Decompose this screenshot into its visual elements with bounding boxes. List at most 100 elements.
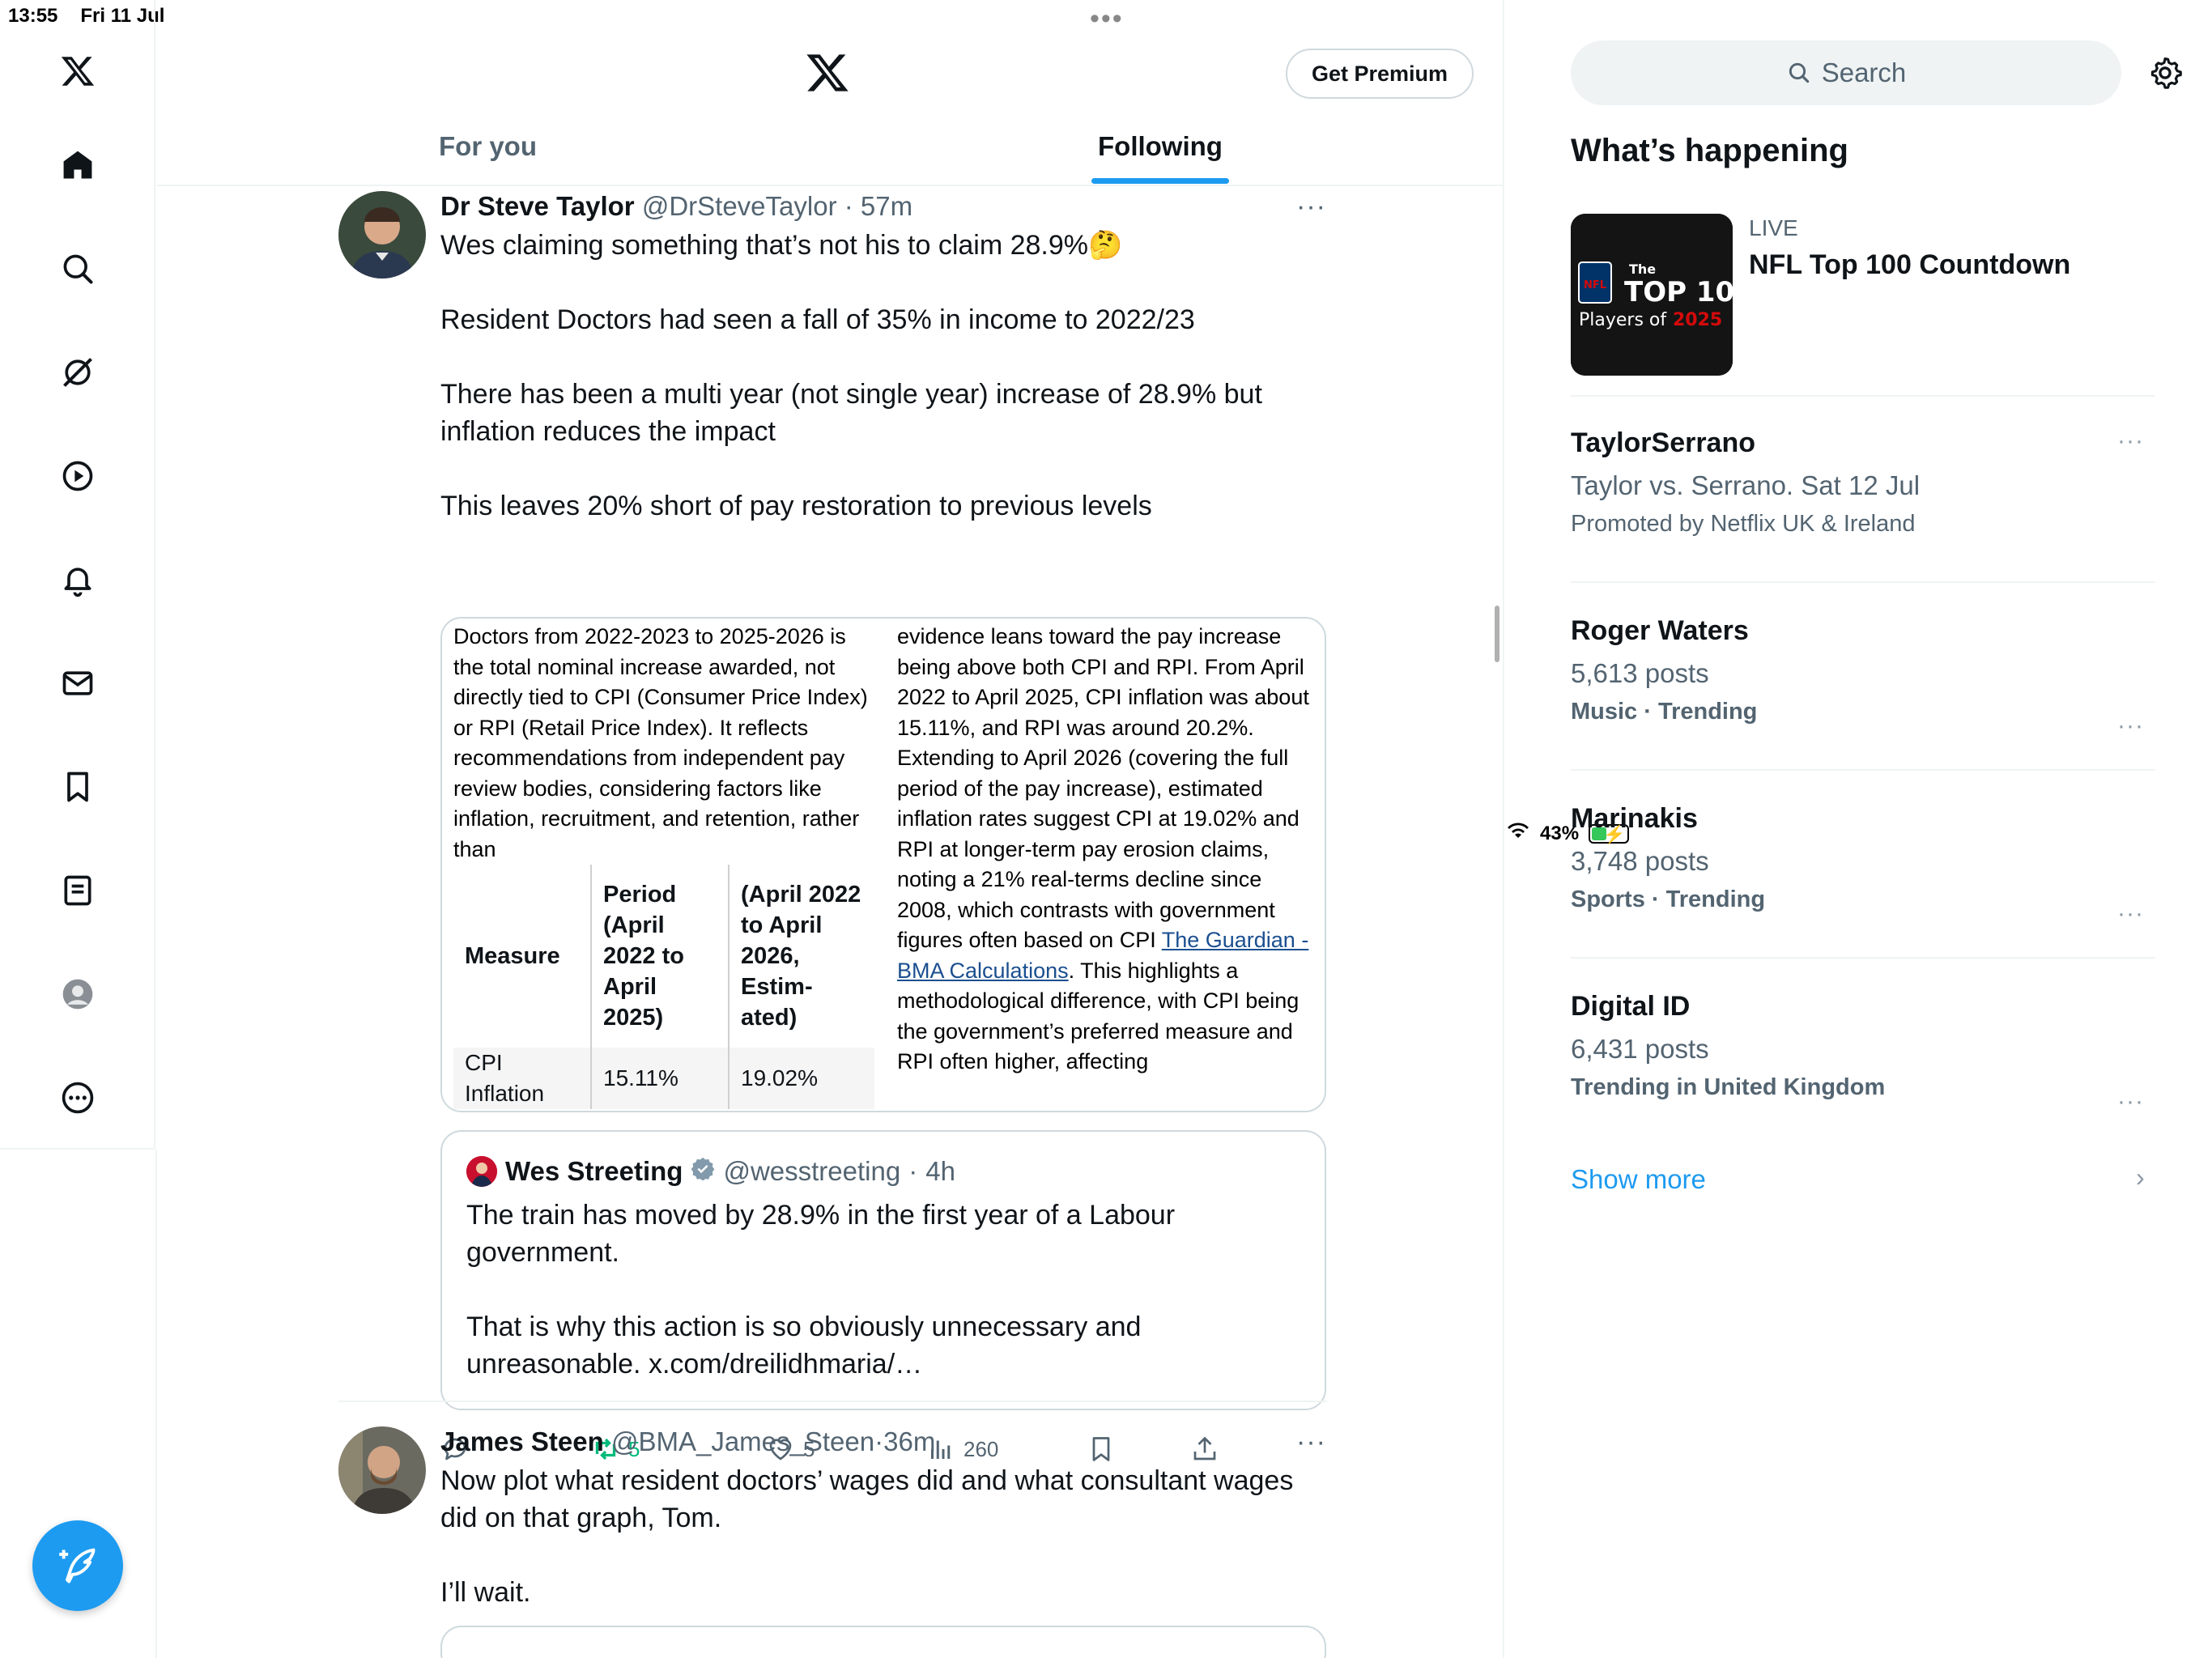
trend-item[interactable]: Digital ID 6,431 posts Trending in Unite… [1571,991,2155,1115]
tab-following[interactable]: Following [1098,131,1223,162]
compose-post-button[interactable] [32,1520,123,1611]
thumb-year: 2025 [1673,310,1722,330]
get-premium-button[interactable]: Get Premium [1286,49,1474,99]
trend-category: Trending in United Kingdom [1571,1074,1886,1100]
trend-divider [1571,957,2155,959]
trend-post-count: 5,613 posts [1571,658,1709,688]
quoted-tweet[interactable]: Wes Streeting @wesstreeting · 4h The train… [440,1130,1326,1410]
live-label: LIVE [1749,215,1798,240]
trend-divider [1571,769,2155,771]
video-icon[interactable] [58,457,97,495]
tweet-header: Dr Steve Taylor @DrSteveTaylor · 57m [440,191,913,221]
image-table-header: Measure [453,865,591,1048]
trend-more-icon[interactable]: ··· [2117,427,2144,455]
x-header-logo-icon[interactable] [805,50,850,100]
settings-gear-icon[interactable] [2147,55,2183,95]
home-icon[interactable] [58,146,97,185]
thumb-logo: NFL [1584,279,1606,291]
tweet[interactable]: Dr Steve Taylor @DrSteveTaylor · 57m ···… [338,191,1326,1461]
trend-divider [1571,395,2155,397]
quoted-author-handle[interactable]: @wesstreeting [723,1156,900,1187]
messages-icon[interactable] [58,664,97,703]
live-event-thumbnail[interactable]: NFL The TOP 100 Players of 2025 [1571,214,1733,376]
author-name[interactable]: James Steen [440,1426,604,1456]
notifications-icon[interactable] [58,560,97,599]
tweet-header: James Steen @BMA_James_Steen·36m [440,1426,936,1456]
profile-icon[interactable] [58,975,97,1014]
search-placeholder: Search [1821,57,1907,87]
tweet-paragraph: Wes claiming something that’s not his to… [440,230,1123,261]
trend-more-icon[interactable]: ··· [2117,900,2144,928]
scrollbar[interactable] [1495,606,1499,662]
author-name[interactable]: Dr Steve Taylor [440,191,635,221]
image-table-cell: 19.02% [728,1048,874,1109]
show-more-link[interactable]: Show more [1571,1164,1706,1195]
search-icon [1789,62,1809,83]
tweet-time[interactable]: 36m [883,1426,935,1456]
more-options-icon[interactable]: ··· [1296,191,1326,223]
search-input[interactable]: Search [1571,40,2121,105]
trend-title: Marinakis [1571,803,1698,834]
quoted-tweet[interactable] [440,1626,1326,1658]
trend-item[interactable]: Roger Waters 5,613 posts Music · Trendin… [1571,615,2155,739]
tweet-text: Wes claiming something that’s not his to… [440,227,1315,562]
thumb-players: Players of [1579,310,1667,330]
tweet-time[interactable]: 57m [861,191,912,221]
quoted-author-name[interactable]: Wes Streeting [505,1156,683,1187]
tweet-paragraph: Now plot what resident doctors’ wages di… [440,1465,1294,1533]
quoted-tweet-time[interactable]: 4h [925,1156,955,1187]
lists-icon[interactable] [58,871,97,910]
tweet-text: Now plot what resident doctors’ wages di… [440,1462,1331,1648]
quoted-avatar[interactable] [466,1156,497,1187]
thumb-big: TOP 100 [1624,276,1733,308]
quoted-paragraph: The train has moved by 28.9% in the firs… [466,1200,1176,1268]
quoted-paragraph: That is why this action is so obviously … [466,1312,1142,1380]
image-table-cell: 15.11% [590,1048,729,1109]
more-icon[interactable] [58,1078,97,1117]
bookmarks-icon[interactable] [58,767,97,806]
image-table-header: (April 2022 to April 2026, Estim-ated) [728,865,874,1048]
author-handle[interactable]: @BMA_James_Steen [611,1426,874,1456]
trend-more-icon[interactable]: ··· [2117,712,2144,740]
avatar[interactable] [338,191,426,278]
grok-icon[interactable] [58,353,97,392]
trend-divider [1571,581,2155,583]
thumb-small: The [1629,261,1656,277]
trend-post-count: 6,431 posts [1571,1034,1709,1064]
right-sidebar: Search What’s happening NFL The TOP 100 … [1506,0,2212,1658]
image-text-right-a: evidence leans toward the pay increase b… [897,624,1309,952]
tweet-paragraph: This leaves 20% short of pay restoration… [440,491,1152,521]
image-table-header: Period (April 2022 to April 2025) [590,865,729,1048]
trend-post-count: 3,748 posts [1571,846,1709,876]
trend-item[interactable]: TaylorSerrano Taylor vs. Serrano. Sat 12… [1571,427,2155,538]
trend-more-icon[interactable]: ··· [2117,1088,2144,1116]
author-handle[interactable]: @DrSteveTaylor [642,191,837,221]
trend-title: Roger Waters [1571,615,1749,646]
avatar[interactable] [338,1426,426,1514]
image-table-cell: CPI Inflation [453,1048,591,1109]
trend-promoted-by: Promoted by Netflix UK & Ireland [1571,511,1916,537]
image-table: Measure Period (April 2022 to April 2025… [453,865,874,1109]
trend-category: Sports · Trending [1571,886,1766,912]
tweet-paragraph: There has been a multi year (not single … [440,379,1262,447]
trend-category: Music · Trending [1571,699,1758,725]
image-text-left: Doctors from 2022-2023 to 2025-2026 is t… [453,624,868,861]
compose-feather-icon [59,1548,96,1584]
tab-for-you[interactable]: For you [439,131,537,162]
trend-item[interactable]: Marinakis 3,748 posts Sports · Trending … [1571,803,2155,927]
search-icon[interactable] [58,249,97,288]
tweet-divider [338,1401,1326,1402]
timeline-column: Get Premium For you Following Dr Steve T… [157,0,1504,1658]
tweet-paragraph: I’ll wait. [440,1577,531,1608]
x-logo-icon[interactable] [58,52,97,91]
quoted-tweet-text: The train has moved by 28.9% in the firs… [466,1197,1292,1420]
live-event-title[interactable]: NFL Top 100 Countdown [1749,249,2070,281]
verified-badge-icon [691,1156,715,1187]
tweet-image[interactable]: Doctors from 2022-2023 to 2025-2026 is t… [440,617,1326,1112]
quoted-tweet-header: Wes Streeting @wesstreeting · 4h [466,1156,955,1187]
tweet-paragraph: Resident Doctors had seen a fall of 35% … [440,304,1195,335]
more-options-icon[interactable]: ··· [1296,1426,1326,1458]
whats-happening-title: What’s happening [1571,133,1848,168]
tweet[interactable]: James Steen @BMA_James_Steen·36m ··· Now… [338,1426,1326,1658]
left-nav [0,0,155,1150]
